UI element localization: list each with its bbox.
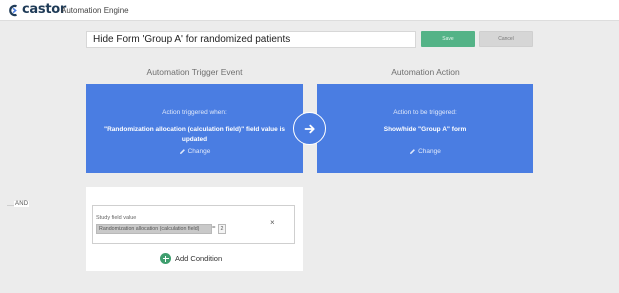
action-panel: Action to be triggered: Show/hide "Group… xyxy=(317,84,533,173)
trigger-heading: Automation Trigger Event xyxy=(146,67,243,77)
trigger-caption: Action triggered when: xyxy=(162,109,227,116)
condition-group-label: AND xyxy=(14,201,30,207)
trigger-change-link[interactable]: Change xyxy=(86,148,303,155)
trigger-panel: Action triggered when: "Randomization al… xyxy=(86,84,303,173)
trigger-change-label: Change xyxy=(187,148,211,155)
group-divider xyxy=(7,205,14,206)
logo-text: castor xyxy=(22,2,66,17)
castor-logo-icon xyxy=(7,4,19,17)
condition-type-label: Study field value xyxy=(96,215,137,221)
pencil-icon xyxy=(409,148,416,155)
save-button[interactable]: Save xyxy=(421,31,475,47)
action-description: Show/hide "Group A" form xyxy=(383,126,467,133)
condition-value-input[interactable]: 2 xyxy=(218,224,226,234)
plus-circle-icon xyxy=(160,253,171,264)
condition-field-select[interactable]: Randomization allocation (calculation fi… xyxy=(96,224,212,234)
add-condition-button[interactable]: Add Condition xyxy=(160,253,222,264)
castor-logo[interactable]: castor xyxy=(7,3,66,17)
action-change-link[interactable]: Change xyxy=(317,148,533,155)
close-icon[interactable]: × xyxy=(270,219,275,227)
trigger-description: "Randomization allocation (calculation f… xyxy=(104,126,285,143)
app-title: Automation Engine xyxy=(61,6,129,15)
action-caption: Action to be triggered: xyxy=(393,109,457,116)
pencil-icon xyxy=(179,148,186,155)
condition-operator[interactable]: = xyxy=(212,225,216,231)
action-heading: Automation Action xyxy=(391,67,460,77)
top-bar: castor Automation Engine xyxy=(0,0,619,21)
cancel-button[interactable]: Cancel xyxy=(479,31,533,47)
action-change-label: Change xyxy=(418,148,441,155)
arrow-right-icon xyxy=(293,112,326,145)
automation-name-input[interactable] xyxy=(86,31,416,48)
add-condition-label: Add Condition xyxy=(175,254,223,263)
